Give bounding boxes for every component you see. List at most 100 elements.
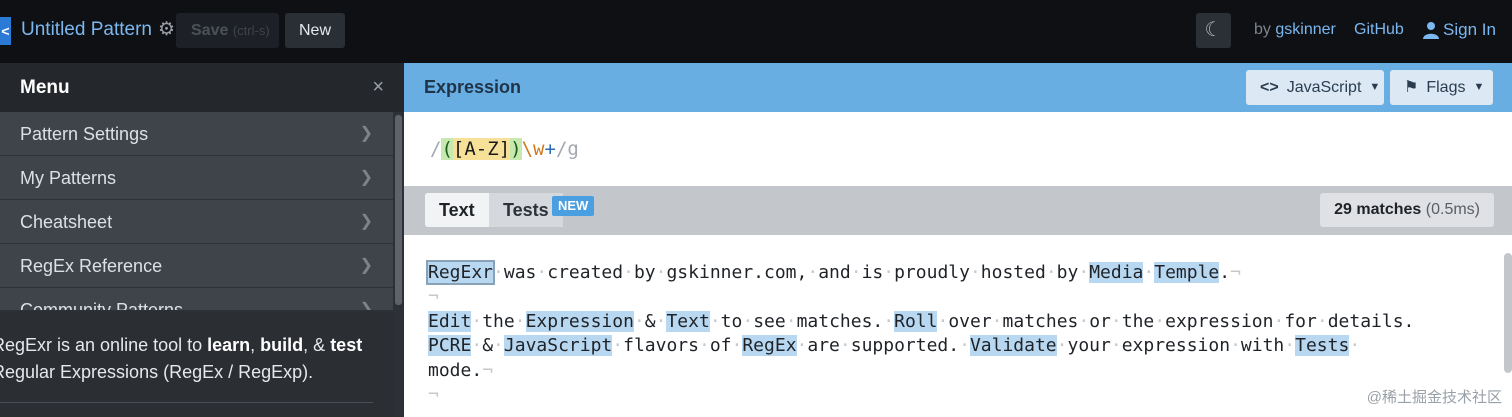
- signin-label: Sign In: [1443, 20, 1496, 39]
- match-highlight: Edit: [428, 311, 472, 332]
- match-highlight: Expression: [525, 311, 634, 332]
- text-word: was: [503, 262, 537, 283]
- regex-group-open: (: [441, 138, 453, 160]
- match-highlight: Text: [666, 311, 710, 332]
- tab-text[interactable]: Text: [425, 193, 489, 227]
- save-button[interactable]: Save (ctrl-s): [176, 13, 279, 48]
- code-icon: <>: [1260, 79, 1279, 96]
- sidebar-item-my-patterns[interactable]: My Patterns ❯: [0, 156, 393, 200]
- sidebar-item-pattern-settings[interactable]: Pattern Settings ❯: [0, 112, 393, 156]
- text-line-5: mode.¬: [428, 360, 494, 381]
- top-bar: < Untitled Pattern ⚙ Save (ctrl-s) New ☾…: [0, 0, 1512, 63]
- match-count: 29 matches (0.5ms): [1320, 193, 1494, 227]
- text-line-2: ¬: [428, 286, 439, 307]
- watermark: @稀土掘金技术社区: [1366, 389, 1502, 406]
- text-word: or: [1089, 311, 1111, 332]
- regex-class-open: [: [452, 138, 465, 160]
- text-word: expression: [1121, 335, 1231, 356]
- text-word: are: [807, 335, 840, 356]
- regex-close-slash: /: [555, 138, 568, 160]
- caret-down-icon: ▼: [1369, 81, 1381, 93]
- author-link[interactable]: gskinner: [1275, 21, 1335, 38]
- text-toolbar: Text Tests NEW 29 matches (0.5ms): [404, 186, 1512, 235]
- sidebar-item-label: Pattern Settings: [20, 124, 149, 144]
- blurb-divider: [0, 402, 373, 403]
- text-word: expression: [1165, 311, 1274, 332]
- regex-class-close: ]: [498, 138, 511, 160]
- pattern-title[interactable]: Untitled Pattern ⚙: [21, 18, 175, 41]
- text-word: for: [1284, 311, 1317, 332]
- sidebar-item-regex-reference[interactable]: RegEx Reference ❯: [0, 244, 393, 288]
- regex-open-slash: /: [430, 138, 442, 160]
- match-highlight: Roll: [894, 311, 938, 332]
- match-highlight: RegExr: [425, 260, 496, 285]
- github-link[interactable]: GitHub: [1354, 21, 1404, 39]
- text-word: matches.: [796, 311, 884, 332]
- text-word: see: [753, 311, 786, 332]
- expression-header: Expression <> JavaScript ▼ ⚑ Flags ▼: [404, 63, 1512, 112]
- sidebar-item-label: Cheatsheet: [20, 212, 113, 232]
- sidebar-item-community-patterns[interactable]: Community Patterns ❯: [0, 288, 393, 311]
- text-word: the: [1121, 311, 1155, 332]
- caret-down-icon: ▼: [1473, 81, 1485, 93]
- text-line-3: Edit·the·Expression·&·Text·to·see·matche…: [428, 311, 1415, 332]
- chevron-right-icon: ❯: [359, 125, 373, 142]
- text-word: flavors: [623, 335, 699, 356]
- pattern-title-label[interactable]: Untitled Pattern: [21, 19, 152, 41]
- blurb-line-1: RegExr is an online tool to learn, build…: [0, 335, 362, 356]
- user-icon: [1423, 22, 1439, 39]
- save-shortcut-hint: (ctrl-s): [232, 23, 270, 38]
- chevron-right-icon: ❯: [359, 169, 373, 186]
- blurb-learn: learn: [207, 335, 251, 355]
- text-word: with: [1240, 335, 1285, 356]
- moon-icon[interactable]: ☾: [1196, 13, 1231, 48]
- regexr-logo[interactable]: <: [0, 17, 11, 45]
- flags-label: Flags: [1426, 79, 1466, 96]
- text-word: matches: [1002, 311, 1079, 332]
- close-icon[interactable]: ×: [372, 63, 384, 112]
- new-button[interactable]: New: [285, 13, 345, 48]
- regex-group-close: ): [510, 138, 522, 160]
- text-word: supported.: [850, 335, 960, 356]
- text-word: gskinner.com,: [666, 262, 808, 283]
- text-scrollbar[interactable]: [1504, 253, 1512, 373]
- text-word: the: [482, 311, 515, 332]
- text-word: by: [1056, 262, 1079, 283]
- regex-flags: g: [567, 138, 579, 160]
- flavor-button[interactable]: <> JavaScript ▼: [1246, 70, 1384, 105]
- flags-button[interactable]: ⚑ Flags ▼: [1390, 70, 1493, 105]
- text-word: to: [720, 311, 743, 332]
- text-word: your: [1067, 335, 1111, 356]
- expression-header-title: Expression: [424, 77, 522, 97]
- signin-link[interactable]: Sign In: [1423, 20, 1496, 40]
- match-highlight: Temple: [1154, 262, 1220, 283]
- text-line-1: RegExr·was·created·by·gskinner.com,·and·…: [425, 260, 1241, 285]
- new-badge: NEW: [552, 196, 595, 216]
- text-word: hosted: [980, 262, 1046, 283]
- text-word: &: [482, 335, 494, 356]
- match-highlight: PCRE: [428, 335, 472, 356]
- match-time: (0.5ms): [1425, 201, 1480, 218]
- chevron-right-icon: ❯: [359, 213, 373, 230]
- save-button-label: Save: [191, 22, 229, 39]
- text-word: over: [948, 311, 992, 332]
- match-count-value: 29 matches: [1334, 201, 1422, 218]
- sidebar-item-label: RegEx Reference: [20, 256, 163, 276]
- match-highlight: Media: [1089, 262, 1144, 283]
- match-highlight: Tests: [1295, 335, 1350, 356]
- text-word: details.: [1327, 311, 1415, 332]
- regex-quantifier: +: [544, 138, 556, 160]
- text-word: of: [709, 335, 732, 356]
- sidebar-item-cheatsheet[interactable]: Cheatsheet ❯: [0, 200, 393, 244]
- expression-input[interactable]: /([A-Z])\w+/g: [430, 138, 579, 160]
- text-word: is: [861, 262, 884, 283]
- sidebar-scroll-thumb[interactable]: [395, 115, 402, 305]
- blurb-build: build: [260, 335, 304, 355]
- text-word: by: [633, 262, 656, 283]
- chevron-right-icon: ❯: [359, 257, 373, 274]
- test-text-area[interactable]: RegExr·was·created·by·gskinner.com,·and·…: [404, 235, 1512, 417]
- sidebar-item-label: My Patterns: [20, 168, 117, 188]
- flag-icon: ⚑: [1404, 79, 1419, 96]
- gear-icon[interactable]: ⚙: [158, 18, 175, 41]
- main-panel: Expression <> JavaScript ▼ ⚑ Flags ▼ /([…: [404, 63, 1512, 417]
